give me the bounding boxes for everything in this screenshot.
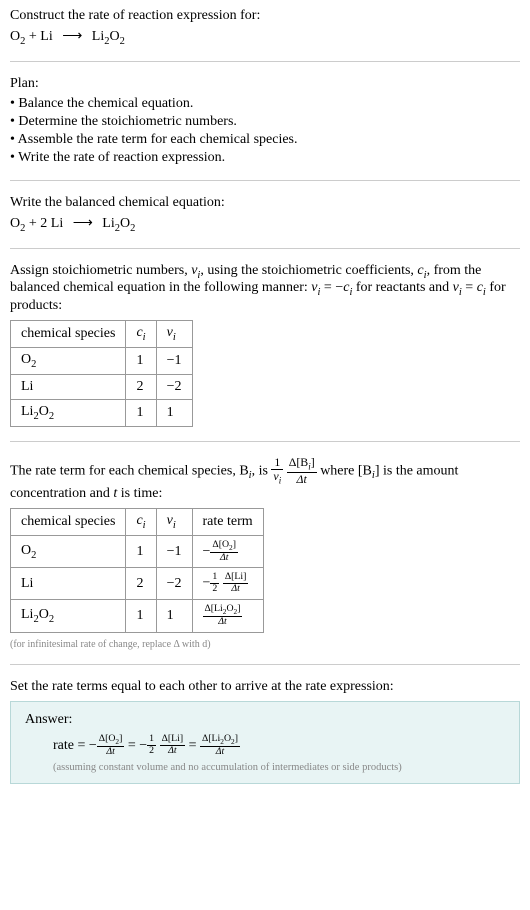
plan-section: Plan: • Balance the chemical equation. •…: [10, 76, 520, 166]
assign-section: Assign stoichiometric numbers, νi, using…: [10, 263, 520, 427]
divider: [10, 664, 520, 665]
table-row: O2 1 −1 −Δ[O2]Δt: [11, 535, 264, 568]
arrow-icon: ⟶: [62, 28, 82, 45]
list-item: • Balance the chemical equation.: [10, 96, 520, 112]
final-section: Set the rate terms equal to each other t…: [10, 679, 520, 784]
col-ci: ci: [126, 508, 156, 535]
table-row: Li2O2 1 1: [11, 399, 193, 426]
answer-box: Answer: rate = −Δ[O2]Δt = −12 Δ[Li]Δt = …: [10, 701, 520, 784]
table-row: Li 2 −2 −12 Δ[Li]Δt: [11, 568, 264, 600]
fraction: Δ[Bi]Δt: [287, 456, 317, 486]
answer-equation: rate = −Δ[O2]Δt = −12 Δ[Li]Δt = Δ[Li2O2]…: [53, 734, 505, 758]
assign-text: Assign stoichiometric numbers, νi, using…: [10, 263, 520, 315]
table-row: Li2O2 1 1 Δ[Li2O2]Δt: [11, 599, 264, 632]
table-header-row: chemical species ci νi: [11, 321, 193, 348]
stoichiometry-table: chemical species ci νi O2 1 −1 Li 2 −2 L…: [10, 320, 193, 426]
col-species: chemical species: [11, 321, 126, 348]
rate-table: chemical species ci νi rate term O2 1 −1…: [10, 508, 264, 633]
unbalanced-equation: O2 + Li ⟶ Li2O2: [10, 28, 520, 47]
plan-list: • Balance the chemical equation. • Deter…: [10, 96, 520, 166]
col-ci: ci: [126, 321, 156, 348]
plan-heading: Plan:: [10, 76, 520, 92]
table-header-row: chemical species ci νi rate term: [11, 508, 264, 535]
divider: [10, 248, 520, 249]
answer-label: Answer:: [25, 712, 505, 728]
table-note: (for infinitesimal rate of change, repla…: [10, 639, 520, 650]
balanced-equation: O2 + 2 Li ⟶ Li2O2: [10, 215, 520, 234]
list-item: • Write the rate of reaction expression.: [10, 150, 520, 166]
divider: [10, 441, 520, 442]
table-row: O2 1 −1: [11, 347, 193, 374]
list-item: • Determine the stoichiometric numbers.: [10, 114, 520, 130]
rateterm-text: The rate term for each chemical species,…: [10, 456, 520, 502]
rateterm-section: The rate term for each chemical species,…: [10, 456, 520, 650]
fraction: 1νi: [271, 456, 283, 486]
final-heading: Set the rate terms equal to each other t…: [10, 679, 520, 695]
col-nui: νi: [156, 321, 192, 348]
answer-note: (assuming constant volume and no accumul…: [53, 762, 505, 773]
prompt-text: Construct the rate of reaction expressio…: [10, 8, 520, 24]
arrow-icon: ⟶: [73, 215, 93, 232]
divider: [10, 180, 520, 181]
col-rate: rate term: [192, 508, 263, 535]
balanced-heading: Write the balanced chemical equation:: [10, 195, 520, 211]
list-item: • Assemble the rate term for each chemic…: [10, 132, 520, 148]
table-row: Li 2 −2: [11, 374, 193, 399]
balanced-section: Write the balanced chemical equation: O2…: [10, 195, 520, 234]
intro-section: Construct the rate of reaction expressio…: [10, 8, 520, 47]
divider: [10, 61, 520, 62]
col-nui: νi: [156, 508, 192, 535]
col-species: chemical species: [11, 508, 126, 535]
